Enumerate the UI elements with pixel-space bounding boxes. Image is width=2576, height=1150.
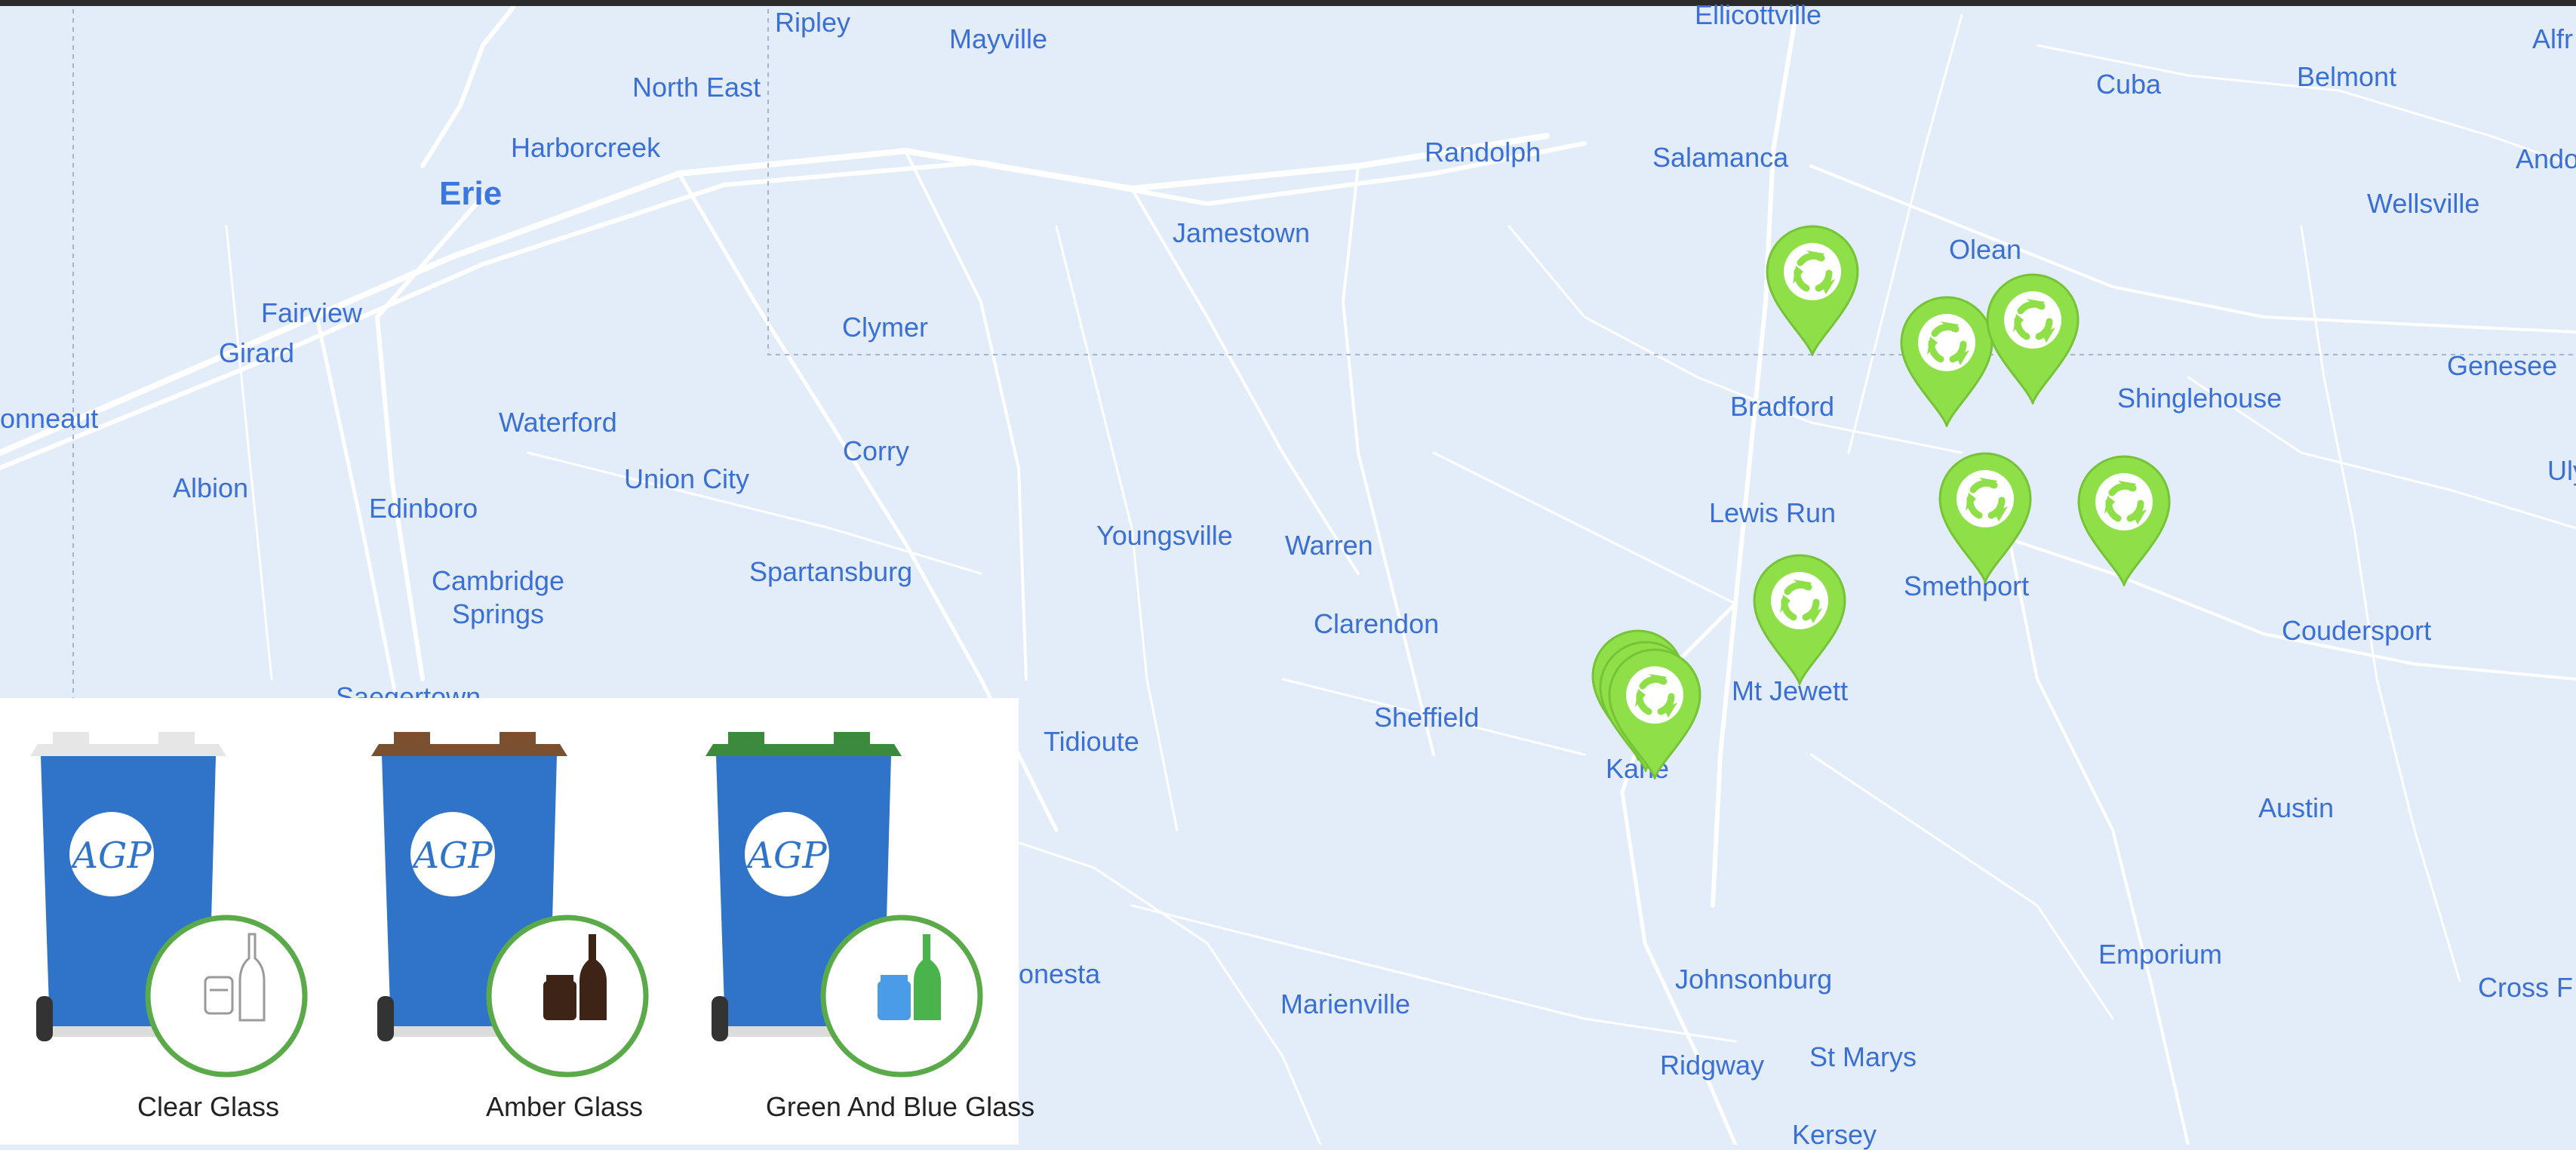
place-label: Cuba: [2096, 69, 2162, 100]
recycling-pin-icon[interactable]: [1603, 645, 1706, 779]
place-label: Bradford: [1730, 391, 1835, 422]
recycling-pin-icon[interactable]: [1748, 551, 1851, 685]
place-label: Cambridge Springs: [431, 565, 565, 629]
place-label: Harborcreek: [511, 132, 661, 163]
bin-label-clear-glass: Clear Glass: [137, 1091, 280, 1122]
place-label: Sheffield: [1374, 702, 1480, 733]
svg-text:AGP: AGP: [744, 835, 827, 877]
place-label: Marienville: [1280, 989, 1411, 1019]
place-label: St Marys: [1809, 1041, 1917, 1072]
svg-text:AGP: AGP: [69, 835, 152, 877]
place-label: Ellicottville: [1695, 0, 1822, 30]
place-label: Ridgway: [1660, 1050, 1765, 1081]
recycling-pin-icon[interactable]: [1934, 449, 2037, 583]
place-label: Coudersport: [2282, 615, 2432, 646]
place-label: Youngsville: [1096, 520, 1233, 551]
place-label: Cross F: [2478, 972, 2573, 1003]
bin-amber-glass: AGP: [371, 717, 649, 1078]
svg-text:AGP: AGP: [410, 835, 493, 877]
place-label: Salamanca: [1652, 142, 1789, 173]
glass-legend-panel: AGP Clear Glass AGP Amber Glass AGP Gree…: [0, 698, 1034, 1145]
green-blue-glass-bin-icon: AGP: [705, 732, 983, 1078]
recycling-pin-icon[interactable]: [1761, 222, 1864, 356]
place-label: Shinglehouse: [2117, 383, 2282, 414]
recycling-pin-icon[interactable]: [1981, 270, 2084, 404]
place-label: Uly: [2547, 455, 2576, 486]
amber-glass-bin-icon: AGP: [371, 732, 649, 1078]
place-label: Johnsonburg: [1675, 964, 1833, 995]
place-label: Austin: [2258, 792, 2335, 823]
place-label: Mayville: [949, 23, 1048, 54]
recycling-pin-icon[interactable]: [2073, 452, 2175, 586]
place-label: Union City: [624, 463, 750, 494]
clear-glass-bin-icon: AGP: [30, 732, 308, 1078]
place-label: onesta: [1019, 958, 1101, 989]
bin-label-green-blue-glass: Green And Blue Glass: [765, 1091, 1035, 1122]
place-label: Ripley: [775, 7, 851, 38]
place-label: Ando: [2516, 143, 2576, 174]
place-label: Fairview: [261, 297, 363, 328]
place-label: Jamestown: [1173, 217, 1311, 248]
place-label: Edinboro: [369, 493, 478, 524]
place-label: Albion: [173, 472, 249, 503]
place-label: Alfr: [2532, 23, 2573, 54]
place-label: Wellsville: [2367, 188, 2480, 219]
bin-green-blue-glass: AGP: [705, 717, 983, 1078]
bin-clear-glass: AGP: [30, 717, 308, 1078]
place-label: Tidioute: [1044, 726, 1139, 757]
place-label: Spartansburg: [749, 556, 913, 587]
place-label: Lewis Run: [1709, 497, 1837, 528]
place-label: Clymer: [842, 312, 928, 343]
place-label: Genesee: [2447, 350, 2558, 381]
place-label: North East: [632, 72, 761, 103]
bin-label-amber-glass: Amber Glass: [485, 1091, 644, 1122]
place-label-major: Erie: [439, 175, 503, 212]
place-label: Randolph: [1425, 137, 1542, 168]
place-label: Waterford: [499, 407, 617, 438]
place-label: Emporium: [2098, 939, 2223, 970]
place-label: Girard: [219, 337, 295, 368]
place-label: onneaut: [0, 403, 99, 434]
place-label: Belmont: [2297, 61, 2397, 92]
place-label: Corry: [843, 435, 909, 466]
top-edge-bar: [0, 0, 2576, 6]
place-label: Warren: [1285, 530, 1373, 561]
place-label: Clarendon: [1314, 608, 1440, 639]
place-label: Olean: [1949, 234, 2022, 265]
